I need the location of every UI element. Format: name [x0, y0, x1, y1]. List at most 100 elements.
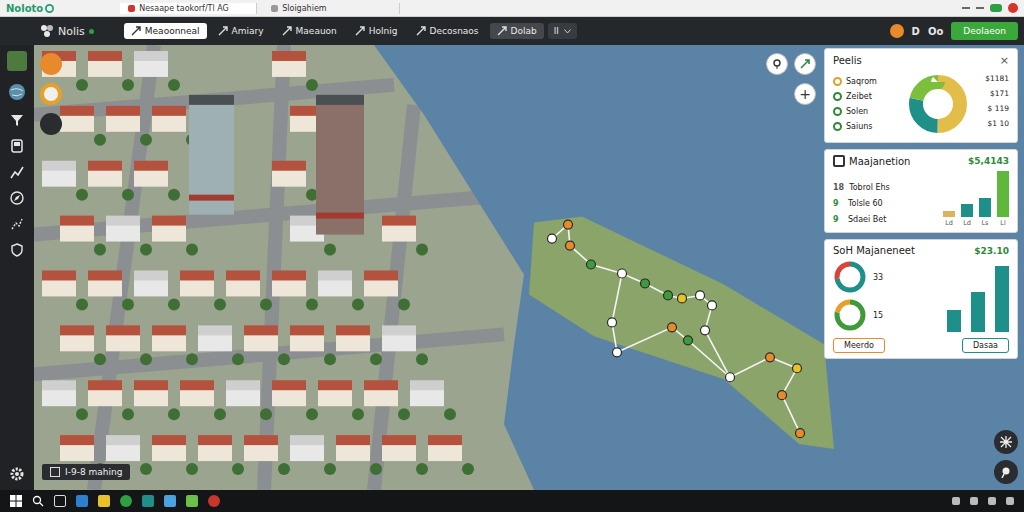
- route-pin[interactable]: [678, 294, 687, 303]
- volume-icon[interactable]: [988, 497, 996, 505]
- route-pin[interactable]: [608, 318, 617, 327]
- stats-panel: Peelis×SaqromZeibetSolenSaiuns$1181$171$…: [824, 48, 1018, 359]
- store-icon[interactable]: [142, 495, 154, 507]
- metric-row: 9Tolsle 60: [833, 195, 890, 211]
- notification-icon[interactable]: [890, 24, 904, 38]
- route-pin[interactable]: [668, 323, 677, 332]
- mail-icon[interactable]: [164, 495, 176, 507]
- route-lines: [552, 225, 800, 434]
- device-icon[interactable]: [10, 139, 24, 153]
- primary-action-button[interactable]: Deolaeon: [951, 22, 1018, 40]
- folder-icon[interactable]: [98, 495, 110, 507]
- route-pin[interactable]: [793, 364, 802, 373]
- route-pin[interactable]: [548, 234, 557, 243]
- route-pin[interactable]: [566, 241, 575, 250]
- profile-letter[interactable]: D: [912, 26, 920, 37]
- route-pin[interactable]: [641, 279, 650, 288]
- gear-icon[interactable]: [9, 466, 25, 482]
- route-pin[interactable]: [708, 301, 717, 310]
- value-item: $171: [975, 89, 1009, 104]
- map-tools-left: [40, 53, 62, 135]
- toolbar-tab[interactable]: Holnig: [348, 23, 405, 39]
- task-view-icon[interactable]: [54, 495, 66, 507]
- route-pin[interactable]: [684, 336, 693, 345]
- avatar-icon[interactable]: [7, 51, 27, 71]
- card-button[interactable]: Dasaa: [962, 338, 1009, 353]
- view-dropdown[interactable]: ll: [548, 23, 577, 39]
- windows-start-icon[interactable]: [10, 495, 22, 507]
- route-pin[interactable]: [613, 348, 622, 357]
- chart-icon[interactable]: [10, 165, 24, 179]
- shield-icon[interactable]: [10, 243, 24, 257]
- search-icon[interactable]: [32, 495, 44, 507]
- layers-icon[interactable]: [40, 53, 62, 75]
- toolbar-tab[interactable]: Dolab: [490, 23, 544, 39]
- route-pin[interactable]: [696, 291, 705, 300]
- share-icon[interactable]: [794, 53, 816, 75]
- tab-icon: [282, 26, 292, 36]
- app-icon[interactable]: [120, 495, 132, 507]
- app-brand[interactable]: Nolis: [40, 24, 94, 38]
- gauge-ring: [833, 298, 867, 332]
- time-icon[interactable]: [40, 83, 62, 105]
- extension-icon[interactable]: [990, 4, 1002, 12]
- tray-icon[interactable]: [952, 497, 960, 505]
- route-pin[interactable]: [701, 326, 710, 335]
- toolbar-tab[interactable]: Maeauon: [275, 23, 344, 39]
- globe-icon[interactable]: [8, 83, 26, 101]
- sidebar: [0, 45, 34, 490]
- zoom-in-button[interactable]: +: [794, 83, 816, 105]
- network-icon[interactable]: [970, 497, 978, 505]
- pen-icon[interactable]: [40, 113, 62, 135]
- chevron-down-icon: [564, 29, 571, 34]
- toolbar-tab[interactable]: Amiary: [211, 23, 271, 39]
- legend-item: Zeibet: [833, 89, 903, 104]
- route-pin[interactable]: [664, 291, 673, 300]
- toolbar-tab[interactable]: Meaoonneal: [124, 23, 207, 39]
- browser-bar: Noloto Nesaape taokorf/Tl AG Sloigahiem: [0, 0, 1024, 17]
- donut-chart: [905, 71, 971, 137]
- route-pin[interactable]: [564, 220, 573, 229]
- close-button[interactable]: ×: [1000, 54, 1009, 67]
- edge-icon[interactable]: [76, 495, 88, 507]
- minimize-icon[interactable]: [962, 7, 970, 9]
- gauge-ring: [833, 260, 867, 294]
- browser-tab[interactable]: Nesaape taokorf/Tl AG: [120, 3, 257, 14]
- map-view[interactable]: +I-9-8 mahingPeelis×SaqromZeibetSolenSai…: [34, 45, 1024, 490]
- shore-strip: [529, 217, 834, 449]
- map-label: I-9-8 mahing: [42, 464, 130, 480]
- route-pin[interactable]: [796, 429, 805, 438]
- water: [374, 45, 1024, 490]
- route-pin[interactable]: [766, 353, 775, 362]
- trees: [76, 79, 474, 475]
- toolbar: Nolis MeaoonnealAmiaryMaeauonHolnigDecosn…: [0, 17, 1024, 45]
- map-app-icon[interactable]: [186, 495, 198, 507]
- settings-letter[interactable]: Oo: [928, 26, 943, 37]
- legend-item: Solen: [833, 104, 903, 119]
- close-icon[interactable]: [1008, 3, 1018, 13]
- legend-dot: [833, 107, 842, 116]
- media-icon[interactable]: [208, 495, 220, 507]
- card-button[interactable]: Meerdo: [833, 338, 885, 353]
- battery-icon[interactable]: [1006, 497, 1014, 505]
- legend-item: Saqrom: [833, 74, 903, 89]
- route-pin[interactable]: [618, 269, 627, 278]
- route-pin[interactable]: [726, 373, 735, 382]
- toolbar-actions: D Oo Deolaeon: [890, 22, 1018, 40]
- maximize-icon[interactable]: [976, 7, 984, 9]
- browser-logo[interactable]: Noloto: [6, 3, 54, 14]
- route-pin[interactable]: [587, 260, 596, 269]
- map-label-icon: [50, 467, 60, 477]
- bar-chart: LdLdLsLl: [943, 171, 1009, 227]
- toolbar-tab[interactable]: Decosnaos: [409, 23, 486, 39]
- map-tools-right: +: [766, 53, 816, 105]
- bar: [971, 292, 985, 332]
- location-icon[interactable]: [766, 53, 788, 75]
- compass-icon[interactable]: [10, 191, 24, 205]
- expand-icon[interactable]: [994, 430, 1018, 454]
- pin-icon[interactable]: [994, 460, 1018, 484]
- route-icon[interactable]: [10, 217, 24, 231]
- route-pin[interactable]: [778, 391, 787, 400]
- filter-icon[interactable]: [10, 113, 24, 127]
- browser-tab[interactable]: Sloigahiem: [263, 3, 400, 14]
